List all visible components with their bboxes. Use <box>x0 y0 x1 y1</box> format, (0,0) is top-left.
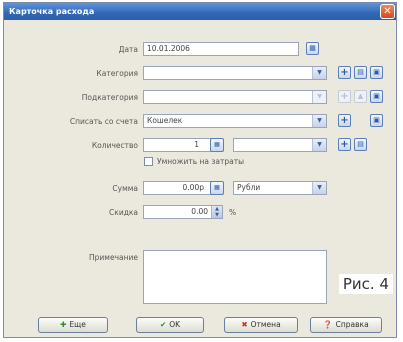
figure-caption: Рис. 4 <box>338 274 393 294</box>
currency-value: Рубли <box>237 183 261 192</box>
category-select[interactable]: ▼ <box>143 66 327 80</box>
discount-value: 0.00 <box>191 207 208 216</box>
more-button[interactable]: ✚ Еще <box>38 317 108 333</box>
close-icon[interactable]: ✕ <box>380 4 395 19</box>
subcategory-tree-icon: ▲ <box>354 90 367 103</box>
add-unit-button[interactable]: + <box>338 138 351 151</box>
chevron-down-icon[interactable]: ▼ <box>312 67 326 79</box>
currency-select[interactable]: Рубли ▼ <box>233 181 327 195</box>
add-account-button[interactable]: + <box>338 114 351 127</box>
add-category-button[interactable]: + <box>338 66 351 79</box>
category-label: Категория <box>96 69 138 78</box>
account-select[interactable]: Кошелек ▼ <box>143 114 327 128</box>
note-textarea[interactable] <box>143 250 327 304</box>
discount-unit: % <box>229 208 237 217</box>
date-field[interactable]: 10.01.2006 <box>143 42 299 56</box>
date-label: Дата <box>118 45 138 54</box>
multiply-checkbox-label: Умножить на затраты <box>157 157 245 166</box>
cancel-button[interactable]: ✖ Отмена <box>224 317 298 333</box>
quantity-value: 1 <box>194 140 199 149</box>
unit-select[interactable]: ▼ <box>233 138 327 152</box>
category-list-icon[interactable]: ▤ <box>354 66 367 79</box>
cancel-button-label: Отмена <box>250 320 281 329</box>
account-value: Кошелек <box>147 116 183 125</box>
spin-arrows-icon[interactable]: ▲ ▼ <box>211 206 222 218</box>
ok-button[interactable]: ✔ OK <box>136 317 204 333</box>
window-title: Карточка расхода <box>9 7 95 16</box>
edit-category-icon[interactable]: ▣ <box>370 66 383 79</box>
more-button-label: Еще <box>69 320 86 329</box>
account-label: Списать со счета <box>69 117 138 126</box>
quantity-label: Количество <box>91 141 138 150</box>
add-subcategory-button: + <box>338 90 351 103</box>
note-label: Примечание <box>89 253 138 262</box>
help-button[interactable]: ❓ Справка <box>310 317 382 333</box>
chevron-down-icon[interactable]: ▼ <box>312 115 326 127</box>
chevron-down-icon[interactable]: ▼ <box>312 139 326 151</box>
check-icon: ✔ <box>159 320 167 329</box>
edit-account-icon[interactable]: ▣ <box>370 114 383 127</box>
chevron-down-icon[interactable]: ▼ <box>312 182 326 194</box>
multiply-checkbox[interactable] <box>144 157 153 166</box>
ok-button-label: OK <box>169 320 181 329</box>
help-icon: ❓ <box>323 320 333 329</box>
calendar-icon[interactable]: ▦ <box>306 42 319 55</box>
chevron-down-icon: ▼ <box>312 91 326 103</box>
discount-stepper[interactable]: 0.00 ▲ ▼ <box>143 205 223 219</box>
sum-calculator-icon[interactable]: ▦ <box>210 181 224 195</box>
subcategory-label: Подкатегория <box>81 93 138 102</box>
sum-label: Сумма <box>112 184 138 193</box>
unit-list-icon[interactable]: ▤ <box>354 138 367 151</box>
subcategory-select[interactable]: ▼ <box>143 90 327 104</box>
window-titlebar: Карточка расхода ✕ <box>4 3 396 20</box>
help-button-label: Справка <box>335 320 369 329</box>
discount-label: Скидка <box>109 208 138 217</box>
plus-icon: ✚ <box>60 320 67 329</box>
edit-subcategory-icon[interactable]: ▣ <box>370 90 383 103</box>
calculator-icon[interactable]: ▦ <box>210 138 224 152</box>
x-icon: ✖ <box>241 320 248 329</box>
sum-value: 0.00р <box>182 183 204 192</box>
